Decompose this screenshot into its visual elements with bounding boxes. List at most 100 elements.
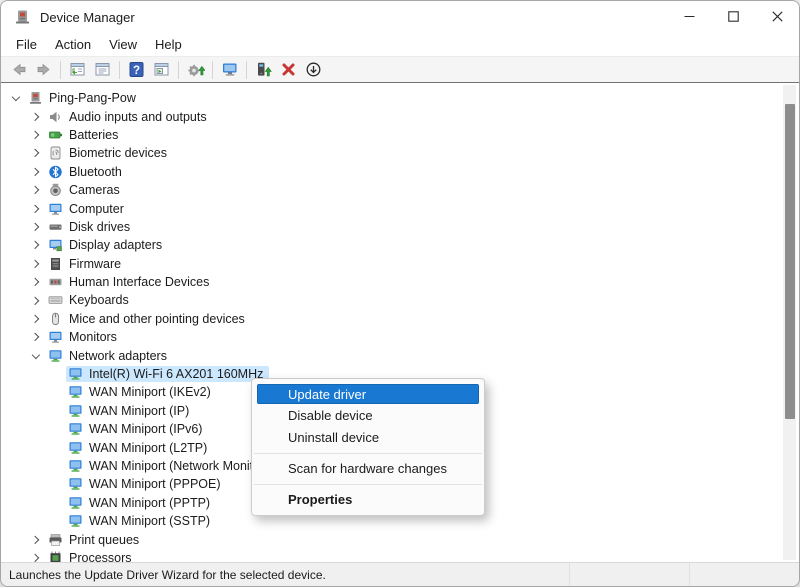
- context-menu-item-scan-for-hardware-changes[interactable]: Scan for hardware changes: [252, 458, 484, 480]
- tree-item-label: Batteries: [69, 128, 118, 142]
- tree-item-human-interface-devices[interactable]: Human Interface Devices: [1, 273, 799, 291]
- chevron-right-icon[interactable]: [29, 128, 42, 141]
- tree-item-content[interactable]: WAN Miniport (Network Monitor): [66, 458, 274, 474]
- menu-view[interactable]: View: [100, 35, 146, 54]
- toolbar-disable-device-button[interactable]: [301, 59, 326, 81]
- tree-item-biometric-devices[interactable]: Biometric devices: [1, 144, 799, 162]
- chevron-down-icon[interactable]: [29, 349, 42, 362]
- tree-item-mice-and-other-pointing-devices[interactable]: Mice and other pointing devices: [1, 310, 799, 328]
- tree-item-content[interactable]: Processors: [46, 550, 138, 562]
- tree-item-content[interactable]: WAN Miniport (PPTP): [66, 495, 216, 511]
- chevron-down-icon[interactable]: [9, 92, 22, 105]
- tree-item-content[interactable]: Mice and other pointing devices: [46, 311, 251, 327]
- tree-item-content[interactable]: Display adapters: [46, 237, 168, 253]
- menu-action[interactable]: Action: [46, 35, 100, 54]
- chevron-right-icon[interactable]: [29, 294, 42, 307]
- tree-item-content[interactable]: Keyboards: [46, 292, 135, 308]
- tree-item-audio-inputs-and-outputs[interactable]: Audio inputs and outputs: [1, 107, 799, 125]
- context-menu-item-disable-device[interactable]: Disable device: [252, 405, 484, 427]
- chevron-right-icon[interactable]: [29, 257, 42, 270]
- toolbar-update-driver-button[interactable]: [251, 59, 276, 81]
- tree-item-keyboards[interactable]: Keyboards: [1, 291, 799, 309]
- tree-item-content[interactable]: WAN Miniport (PPPOE): [66, 476, 227, 492]
- maximize-button[interactable]: [711, 1, 755, 33]
- tree-item-content[interactable]: Computer: [46, 201, 130, 217]
- tree-item-label: Audio inputs and outputs: [69, 110, 207, 124]
- tree-item-label: Disk drives: [69, 220, 130, 234]
- tree-item-label: Print queues: [69, 533, 139, 547]
- scrollbar-thumb[interactable]: [785, 104, 795, 419]
- tree-item-ping-pang-pow[interactable]: Ping-Pang-Pow: [1, 89, 799, 107]
- tree-item-content[interactable]: WAN Miniport (IKEv2): [66, 384, 217, 400]
- tree-item-processors[interactable]: Processors: [1, 549, 799, 562]
- chevron-right-icon[interactable]: [29, 202, 42, 215]
- tree-item-content[interactable]: WAN Miniport (L2TP): [66, 440, 213, 456]
- menu-help[interactable]: Help: [146, 35, 191, 54]
- chevron-right-icon[interactable]: [29, 276, 42, 289]
- tree-item-cameras[interactable]: Cameras: [1, 181, 799, 199]
- tree-item-label: Intel(R) Wi-Fi 6 AX201 160MHz: [89, 367, 263, 381]
- toolbar-show-console-tree-button[interactable]: [65, 59, 90, 81]
- hid-icon: [48, 275, 63, 289]
- vertical-scrollbar[interactable]: [783, 85, 796, 560]
- tree-item-content[interactable]: Cameras: [46, 182, 126, 198]
- tree-item-computer[interactable]: Computer: [1, 199, 799, 217]
- tree-item-content[interactable]: Bluetooth: [46, 164, 128, 180]
- chevron-right-icon[interactable]: [29, 110, 42, 123]
- toolbar-forward-button[interactable]: [31, 59, 56, 81]
- tree-item-content[interactable]: Batteries: [46, 127, 124, 143]
- tree-item-content[interactable]: WAN Miniport (IPv6): [66, 421, 208, 437]
- tree-item-content[interactable]: Print queues: [46, 532, 145, 548]
- toolbar-scan-for-hardware-changes-button[interactable]: [217, 59, 242, 81]
- tree-item-label: Processors: [69, 551, 132, 562]
- tree-item-firmware[interactable]: Firmware: [1, 255, 799, 273]
- toolbar-action-pane-button[interactable]: [149, 59, 174, 81]
- toolbar-help-button[interactable]: ?: [124, 59, 149, 81]
- tree-item-network-adapters[interactable]: Network adapters: [1, 346, 799, 364]
- chevron-right-icon[interactable]: [29, 184, 42, 197]
- tree-item-label: WAN Miniport (IPv6): [89, 422, 202, 436]
- context-menu-item-uninstall-device[interactable]: Uninstall device: [252, 427, 484, 449]
- tree-item-content[interactable]: Monitors: [46, 329, 123, 345]
- status-zone-2: [689, 563, 799, 586]
- tree-item-content[interactable]: Ping-Pang-Pow: [26, 90, 142, 106]
- arrow-right-icon: [35, 61, 53, 78]
- close-button[interactable]: [755, 1, 799, 33]
- tree-item-batteries[interactable]: Batteries: [1, 126, 799, 144]
- disk-icon: [48, 220, 63, 234]
- context-menu-item-properties[interactable]: Properties: [252, 489, 484, 511]
- toolbar-uninstall-device-button[interactable]: [276, 59, 301, 81]
- tree-item-content[interactable]: Disk drives: [46, 219, 136, 235]
- tree-item-content[interactable]: Network adapters: [46, 348, 173, 364]
- tree-item-display-adapters[interactable]: Display adapters: [1, 236, 799, 254]
- toolbar-back-button[interactable]: [6, 59, 31, 81]
- chevron-right-icon[interactable]: [29, 239, 42, 252]
- toolbar-properties-pane-button[interactable]: [90, 59, 115, 81]
- tree-item-selected-content[interactable]: Intel(R) Wi-Fi 6 AX201 160MHz: [66, 366, 269, 382]
- chevron-right-icon[interactable]: [29, 551, 42, 562]
- tree-item-content[interactable]: WAN Miniport (IP): [66, 403, 195, 419]
- tree-item-content[interactable]: Biometric devices: [46, 145, 173, 161]
- tree-item-monitors[interactable]: Monitors: [1, 328, 799, 346]
- console-tree-icon: [69, 61, 86, 78]
- chevron-right-icon[interactable]: [29, 165, 42, 178]
- minimize-button[interactable]: [667, 1, 711, 33]
- monitor-icon: [48, 202, 63, 216]
- tree-item-print-queues[interactable]: Print queues: [1, 530, 799, 548]
- tree-item-label: Mice and other pointing devices: [69, 312, 245, 326]
- tree-item-content[interactable]: Audio inputs and outputs: [46, 109, 213, 125]
- tree-item-content[interactable]: Human Interface Devices: [46, 274, 215, 290]
- tree-item-disk-drives[interactable]: Disk drives: [1, 218, 799, 236]
- chevron-right-icon[interactable]: [29, 533, 42, 546]
- chevron-right-icon[interactable]: [29, 312, 42, 325]
- tree-item-content[interactable]: WAN Miniport (SSTP): [66, 513, 216, 529]
- context-menu-item-update-driver[interactable]: Update driver: [257, 384, 479, 404]
- tree-item-content[interactable]: Firmware: [46, 256, 127, 272]
- chevron-right-icon[interactable]: [29, 331, 42, 344]
- tree-item-bluetooth[interactable]: Bluetooth: [1, 163, 799, 181]
- display-icon: [48, 238, 63, 252]
- chevron-right-icon[interactable]: [29, 220, 42, 233]
- menu-file[interactable]: File: [7, 35, 46, 54]
- toolbar-update-driver-software-button[interactable]: [183, 59, 208, 81]
- chevron-right-icon[interactable]: [29, 147, 42, 160]
